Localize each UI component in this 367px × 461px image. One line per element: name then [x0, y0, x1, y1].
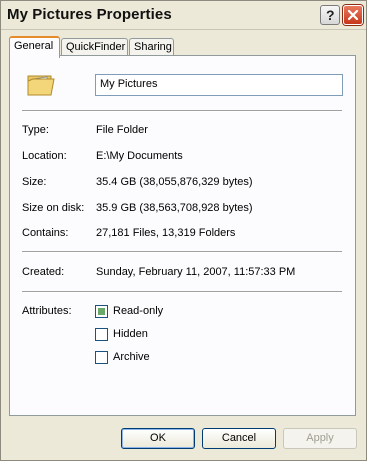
ok-button[interactable]: OK	[121, 428, 195, 449]
folder-pictures-icon	[27, 75, 55, 96]
close-icon	[347, 9, 359, 21]
hidden-label[interactable]: Hidden	[113, 328, 148, 340]
cancel-button[interactable]: Cancel	[202, 428, 276, 449]
divider	[22, 110, 342, 112]
tab-general[interactable]: General	[9, 36, 60, 58]
apply-button[interactable]: Apply	[283, 428, 357, 449]
created-value: Sunday, February 11, 2007, 11:57:33 PM	[96, 266, 296, 278]
size-on-disk-value: 35.9 GB (38,563,708,928 bytes)	[96, 202, 253, 214]
close-button[interactable]	[343, 5, 363, 25]
divider	[22, 291, 342, 293]
location-label: Location:	[22, 150, 67, 162]
help-icon: ?	[326, 7, 335, 23]
type-value: File Folder	[96, 124, 148, 136]
window-title: My Pictures Properties	[7, 6, 172, 23]
archive-checkbox[interactable]	[95, 351, 108, 364]
help-button[interactable]: ?	[320, 5, 340, 25]
location-value: E:\My Documents	[96, 150, 183, 162]
size-value: 35.4 GB (38,055,876,329 bytes)	[96, 176, 253, 188]
attributes-label: Attributes:	[22, 305, 72, 317]
created-label: Created:	[22, 266, 65, 278]
contains-label: Contains:	[22, 227, 69, 239]
archive-label[interactable]: Archive	[113, 351, 150, 363]
read-only-label[interactable]: Read-only	[113, 305, 163, 317]
size-label: Size:	[22, 176, 47, 188]
size-on-disk-label: Size on disk:	[22, 202, 85, 214]
type-label: Type:	[22, 124, 49, 136]
hidden-checkbox[interactable]	[95, 328, 108, 341]
folder-name-input[interactable]: My Pictures	[95, 74, 343, 96]
contains-value: 27,181 Files, 13,319 Folders	[96, 227, 236, 239]
divider	[22, 251, 342, 253]
read-only-checkbox[interactable]	[95, 305, 108, 318]
title-bar[interactable]: My Pictures Properties ?	[1, 1, 366, 30]
general-panel: My Pictures Type: File Folder Location: …	[9, 55, 356, 416]
